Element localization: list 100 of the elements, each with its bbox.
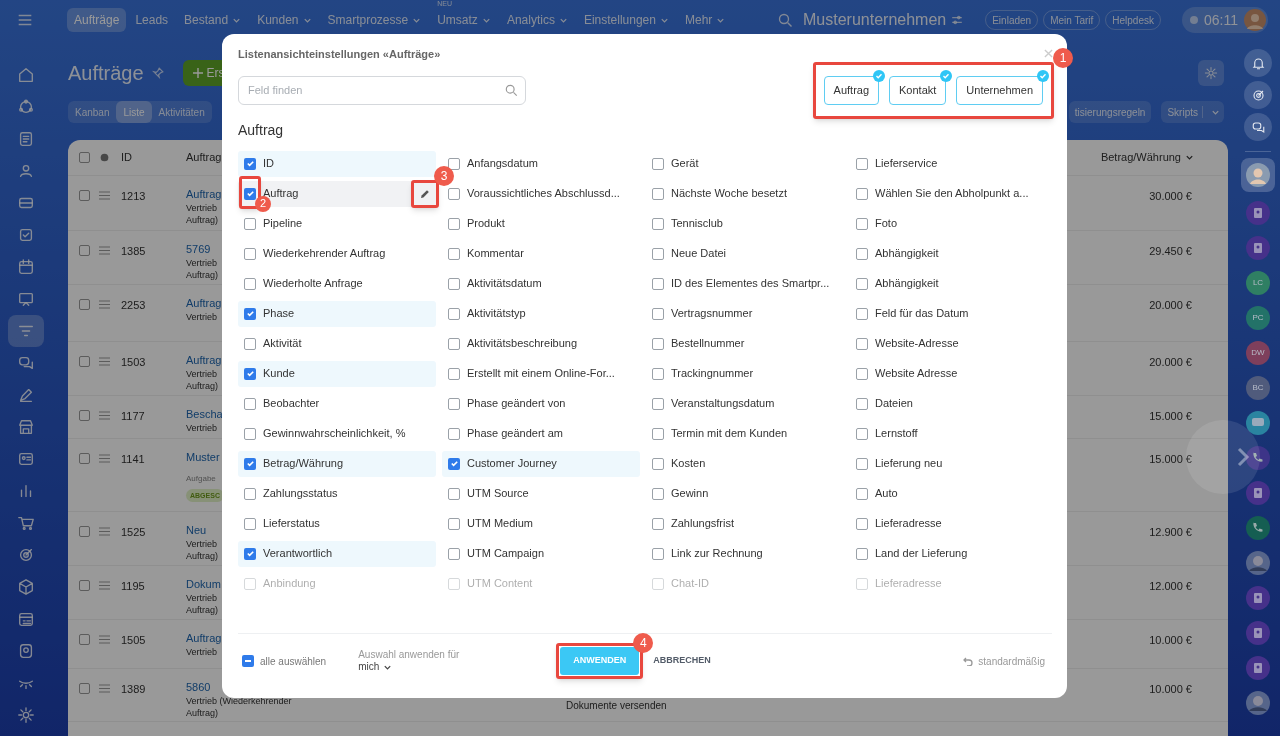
checkbox[interactable] bbox=[448, 517, 460, 530]
home-icon[interactable] bbox=[17, 66, 35, 84]
field-label[interactable]: Phase geändert am bbox=[467, 425, 563, 442]
checkbox[interactable] bbox=[79, 245, 90, 256]
field-label[interactable]: Beobachter bbox=[263, 395, 320, 412]
field-label[interactable]: Abhängigkeit bbox=[875, 245, 939, 262]
contact-icon[interactable] bbox=[1246, 235, 1270, 260]
field-label[interactable]: Kommentar bbox=[467, 245, 524, 262]
field-label[interactable]: Land der Lieferung bbox=[875, 545, 968, 562]
checkbox[interactable] bbox=[242, 655, 254, 667]
checkbox[interactable] bbox=[652, 247, 664, 260]
checkbox[interactable] bbox=[856, 247, 868, 260]
checkbox[interactable] bbox=[79, 634, 90, 645]
checkbox[interactable] bbox=[244, 247, 256, 260]
field-label[interactable]: Aktivitätsbeschreibung bbox=[467, 335, 578, 352]
bell-icon[interactable] bbox=[1250, 55, 1266, 71]
field-label[interactable]: Zahlungsstatus bbox=[263, 485, 338, 502]
field-label[interactable]: Bestellnummer bbox=[671, 335, 745, 352]
contact-icon[interactable] bbox=[1246, 620, 1270, 645]
board-icon[interactable] bbox=[17, 290, 35, 308]
idcard-icon[interactable] bbox=[17, 450, 35, 468]
deal-link[interactable]: Neu bbox=[186, 524, 207, 537]
field-label[interactable]: Gewinn bbox=[671, 485, 709, 502]
checkbox[interactable] bbox=[448, 427, 460, 440]
select-all-label[interactable]: alle auswählen bbox=[260, 653, 327, 669]
field-label[interactable]: Wiederkehrender Auftrag bbox=[263, 245, 386, 262]
checkbox[interactable] bbox=[856, 337, 868, 350]
drag-handle-icon[interactable] bbox=[99, 191, 110, 200]
checkbox[interactable] bbox=[856, 487, 868, 500]
chat-icon[interactable] bbox=[1246, 410, 1270, 435]
field-label[interactable]: ID des Elementes des Smartpr... bbox=[671, 275, 830, 292]
cancel-button[interactable]: ABBRECHEN bbox=[653, 654, 711, 668]
drag-handle-icon[interactable] bbox=[99, 635, 110, 644]
checkbox[interactable] bbox=[448, 157, 460, 170]
device-icon[interactable] bbox=[17, 642, 35, 660]
field-label[interactable]: Anfangsdatum bbox=[467, 155, 538, 172]
people-icon[interactable] bbox=[17, 162, 35, 180]
checkbox[interactable] bbox=[448, 337, 460, 350]
checkbox[interactable] bbox=[244, 487, 256, 500]
field-label[interactable]: Link zur Rechnung bbox=[671, 545, 763, 562]
close-icon[interactable] bbox=[1044, 49, 1053, 58]
checkbox[interactable] bbox=[652, 487, 664, 500]
field-label[interactable]: Phase geändert von bbox=[467, 395, 566, 412]
drag-handle-icon[interactable] bbox=[99, 411, 110, 420]
field-label[interactable]: Wählen Sie den Abholpunkt a... bbox=[875, 185, 1029, 202]
drag-handle-icon[interactable] bbox=[99, 684, 110, 693]
deal-link[interactable]: 5860 bbox=[186, 681, 211, 694]
checkbox[interactable] bbox=[244, 367, 256, 380]
column-header[interactable]: Auftrag bbox=[186, 149, 222, 166]
deal-link[interactable]: Auftrag bbox=[186, 632, 222, 645]
cart-icon[interactable] bbox=[17, 514, 35, 532]
field-label[interactable]: Foto bbox=[875, 215, 897, 232]
pen-icon[interactable] bbox=[17, 386, 35, 404]
checkbox[interactable] bbox=[652, 187, 664, 200]
field-label[interactable]: Website Adresse bbox=[875, 365, 958, 382]
checkbox[interactable] bbox=[244, 337, 256, 350]
field-label[interactable]: Lernstoff bbox=[875, 425, 918, 442]
contact-avatar[interactable]: BC bbox=[1246, 375, 1270, 400]
checkbox[interactable] bbox=[79, 190, 90, 201]
search-field[interactable]: Feld finden bbox=[238, 75, 526, 105]
column-header[interactable]: Betrag/Währung bbox=[1100, 149, 1194, 166]
target-icon[interactable] bbox=[1250, 87, 1266, 103]
drag-handle-icon[interactable] bbox=[99, 454, 110, 463]
contact-icon[interactable] bbox=[1246, 200, 1270, 225]
deal-link[interactable]: Muster bbox=[186, 451, 220, 464]
target-icon[interactable] bbox=[17, 546, 35, 564]
schedule-icon[interactable] bbox=[17, 610, 35, 628]
deal-link[interactable]: 5769 bbox=[186, 243, 211, 256]
drag-handle-icon[interactable] bbox=[99, 246, 110, 255]
field-label[interactable]: Voraussichtliches Abschlussd... bbox=[467, 185, 620, 202]
field-label[interactable]: Lieferadresse bbox=[875, 515, 942, 532]
document-icon[interactable] bbox=[17, 130, 35, 148]
field-label[interactable]: Gewinnwahrscheinlichkeit, % bbox=[263, 425, 406, 442]
avatar[interactable] bbox=[1244, 9, 1266, 31]
checkbox[interactable] bbox=[79, 299, 90, 310]
drag-handle-icon[interactable] bbox=[99, 581, 110, 590]
checkbox[interactable] bbox=[244, 157, 256, 170]
checkbox[interactable] bbox=[856, 157, 868, 170]
checkbox[interactable] bbox=[652, 157, 664, 170]
checkbox[interactable] bbox=[448, 367, 460, 380]
checkbox[interactable] bbox=[652, 277, 664, 290]
field-label[interactable]: Website-Adresse bbox=[875, 335, 959, 352]
sliders-icon[interactable] bbox=[951, 14, 964, 26]
field-label[interactable]: Aktivitätsdatum bbox=[467, 275, 542, 292]
checkbox[interactable] bbox=[448, 397, 460, 410]
checkbox[interactable] bbox=[244, 277, 256, 290]
checkbox[interactable] bbox=[448, 457, 460, 470]
deal-link[interactable]: Auftrag bbox=[186, 297, 222, 310]
checkbox[interactable] bbox=[79, 580, 90, 591]
field-label[interactable]: Dateien bbox=[875, 395, 913, 412]
checkbox[interactable] bbox=[652, 367, 664, 380]
checkbox[interactable] bbox=[856, 457, 868, 470]
checkbox[interactable] bbox=[448, 217, 460, 230]
checkbox[interactable] bbox=[652, 217, 664, 230]
field-label[interactable]: Pipeline bbox=[263, 215, 303, 232]
next-button[interactable] bbox=[1186, 420, 1260, 494]
field-label[interactable]: Gerät bbox=[671, 155, 699, 172]
field-label[interactable]: Feld für das Datum bbox=[875, 305, 969, 322]
checkbox[interactable] bbox=[79, 410, 90, 421]
field-label[interactable]: Kosten bbox=[671, 455, 706, 472]
